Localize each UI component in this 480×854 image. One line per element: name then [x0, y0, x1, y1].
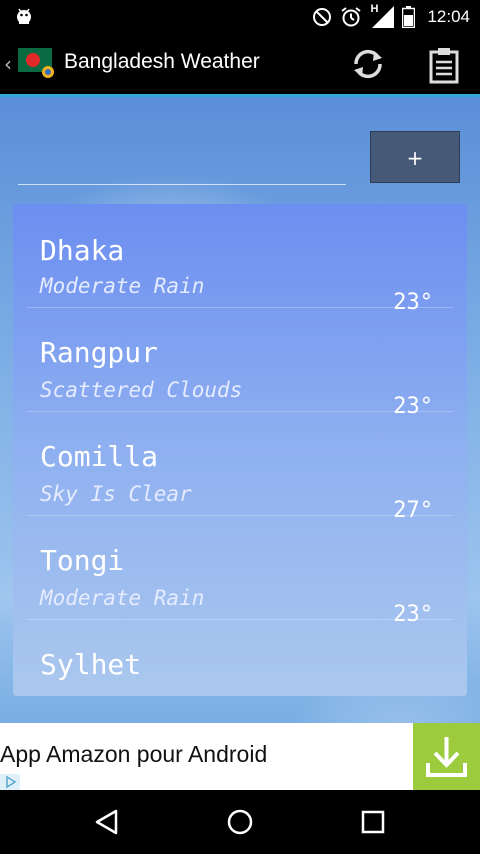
navigation-bar — [0, 790, 480, 854]
city-name: Rangpur — [40, 336, 159, 369]
alarm-icon — [341, 7, 362, 27]
signal-type-label: H — [370, 3, 379, 15]
city-item[interactable]: Dhaka Moderate Rain 23° — [27, 204, 453, 315]
battery-icon — [402, 6, 416, 28]
back-icon[interactable] — [92, 808, 122, 836]
main-content: + Dhaka Moderate Rain 23° Rangpur Scatte… — [0, 97, 480, 723]
ad-text[interactable]: App Amazon pour Android — [0, 741, 267, 768]
city-name: Tongi — [40, 544, 125, 577]
city-item[interactable]: Comilla Sky Is Clear 27° — [27, 412, 453, 523]
city-name: Dhaka — [40, 234, 125, 267]
city-condition: Scattered Clouds — [40, 378, 243, 402]
ad-banner[interactable]: App Amazon pour Android — [0, 723, 480, 790]
android-debug-icon — [17, 8, 31, 24]
home-icon[interactable] — [225, 807, 255, 837]
refresh-icon[interactable] — [348, 46, 388, 82]
ad-download-button[interactable] — [413, 723, 480, 790]
clipboard-icon[interactable] — [424, 46, 464, 84]
status-time: 12:04 — [427, 7, 470, 26]
city-name: Comilla — [40, 440, 159, 473]
do-not-disturb-icon — [313, 8, 332, 26]
city-condition: Moderate Rain — [40, 586, 205, 610]
app-title: Bangladesh Weather — [64, 50, 260, 73]
city-list: Dhaka Moderate Rain 23° Rangpur Scattere… — [13, 204, 467, 696]
recents-icon[interactable] — [360, 809, 386, 835]
city-condition: Sky Is Clear — [40, 482, 192, 506]
action-bar: ‹ Bangladesh Weather — [0, 34, 480, 97]
city-search-input[interactable] — [18, 183, 346, 185]
bangladesh-flag-icon[interactable] — [18, 48, 56, 78]
city-name: Sylhet — [40, 648, 142, 681]
add-city-button[interactable]: + — [370, 131, 460, 183]
city-item[interactable]: Sylhet — [27, 620, 453, 696]
up-chevron-icon[interactable]: ‹ — [4, 52, 12, 76]
city-item[interactable]: Tongi Moderate Rain 23° — [27, 516, 453, 627]
city-condition: Moderate Rain — [40, 274, 205, 298]
signal-h-icon: H — [370, 3, 395, 28]
city-item[interactable]: Rangpur Scattered Clouds 23° — [27, 308, 453, 419]
ad-choices-icon[interactable] — [0, 774, 20, 790]
download-icon — [426, 737, 467, 777]
status-bar: H 12:04 — [0, 0, 480, 34]
